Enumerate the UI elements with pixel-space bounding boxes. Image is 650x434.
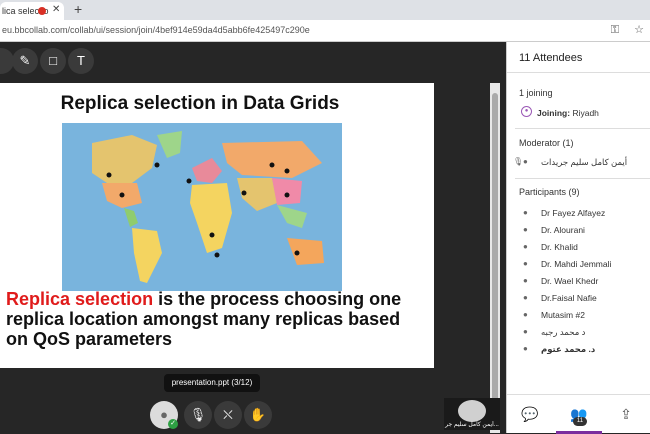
joining-name: Riyadh — [572, 108, 599, 118]
attendee-count-badge: 11 — [573, 417, 587, 426]
pen-tool-button[interactable]: ✎ — [12, 48, 38, 74]
key-icon[interactable]: ⚿ — [611, 24, 619, 36]
map-pin — [294, 250, 300, 256]
divider — [507, 72, 650, 73]
square-icon: □ — [49, 53, 57, 68]
attendees-panel: 11 Attendees 1 joining ● Joining: Riyadh… — [506, 42, 650, 434]
participants-heading: Participants (9) — [519, 187, 580, 197]
joining-row[interactable]: ● Joining: Riyadh — [507, 106, 650, 122]
divider — [515, 128, 650, 129]
map-pin — [214, 252, 220, 258]
map-pin — [284, 168, 290, 174]
map-pin — [186, 178, 192, 184]
self-video-tile[interactable]: أيمن كامل سليم جر... — [444, 398, 500, 430]
moderator-name: أيمن كامل سليم جريدات — [541, 157, 628, 167]
map-pin — [269, 162, 275, 168]
slide-body-text: Replica selection is the process choosin… — [6, 289, 416, 349]
map-pin — [209, 232, 215, 238]
participant-row[interactable]: ● Dr.Faisal Nafie — [507, 291, 650, 307]
self-avatar — [458, 400, 486, 422]
share-content-button[interactable]: ⇪ — [615, 403, 637, 425]
camera-toggle-button[interactable]: ⛌ — [214, 401, 242, 429]
participant-name: Dr Fayez Alfayez — [541, 208, 606, 218]
participant-row[interactable]: ● Dr. Mahdi Jemmali — [507, 257, 650, 273]
participant-name: Dr. Khalid — [541, 242, 578, 252]
user-icon: ● — [523, 242, 528, 251]
map-pin — [284, 192, 290, 198]
browser-tab-bar: lica selectio ✕ + — [0, 0, 650, 20]
map-pin — [106, 172, 112, 178]
browser-tab[interactable]: lica selectio ✕ — [0, 2, 64, 20]
participant-row[interactable]: ● Mutasim #2 — [507, 308, 650, 324]
new-tab-button[interactable]: + — [74, 1, 82, 17]
participant-name: Dr.Faisal Nafie — [541, 293, 597, 303]
user-icon: ● — [523, 259, 528, 268]
participant-row[interactable]: ● د. محمد عتوم — [507, 342, 650, 358]
tab-close-icon[interactable]: ✕ — [52, 4, 60, 15]
participant-row[interactable]: ● Dr. Khalid — [507, 240, 650, 256]
participant-name: Mutasim #2 — [541, 310, 585, 320]
panel-title: 11 Attendees — [519, 52, 583, 64]
text-tool-button[interactable]: T — [68, 48, 94, 74]
address-bar[interactable]: eu.bbcollab.com/collab/ui/session/join/4… — [0, 20, 650, 42]
panel-bottom-nav: 💬 👥 11 ⇪ — [507, 394, 650, 434]
url-text[interactable]: eu.bbcollab.com/collab/ui/session/join/4… — [2, 25, 310, 35]
map-pin — [154, 162, 160, 168]
user-icon: ● — [523, 276, 528, 285]
map-pin — [241, 190, 247, 196]
user-icon: ● — [523, 225, 528, 234]
recording-icon — [38, 7, 46, 15]
chat-icon: 💬 — [521, 406, 539, 422]
bookmark-star-icon[interactable]: ☆ — [634, 24, 644, 36]
user-icon: ● — [523, 310, 528, 319]
map-pin — [119, 192, 125, 198]
participant-row[interactable]: ● Dr Fayez Alfayez — [507, 206, 650, 222]
participant-row[interactable]: ● Dr. Wael Khedr — [507, 274, 650, 290]
highlight-text: Replica selection — [6, 289, 154, 309]
participant-name: Dr. Wael Khedr — [541, 276, 599, 286]
moderator-row[interactable]: 🎙 ● أيمن كامل سليم جريدات — [507, 155, 650, 171]
participant-row[interactable]: ● Dr. Alourani — [507, 223, 650, 239]
user-icon: ● — [521, 106, 532, 117]
scrollbar-thumb[interactable] — [492, 93, 498, 413]
slide: Replica selection in Data Grids Replica … — [0, 83, 434, 368]
camera-off-icon: ⛌ — [223, 407, 233, 422]
slide-title: Replica selection in Data Grids — [60, 93, 340, 114]
microphone-icon: 🎙 — [513, 157, 524, 166]
user-icon: ● — [523, 344, 528, 353]
participant-row[interactable]: ● د محمد رجبه — [507, 325, 650, 341]
status-check-icon: ✓ — [168, 419, 178, 429]
hand-icon: ✋ — [249, 407, 267, 422]
world-map-image — [62, 123, 342, 291]
presentation-stage: ✎ □ T Replica selection in Data Grids Re… — [0, 42, 506, 433]
divider — [515, 178, 650, 179]
share-icon: ⇪ — [620, 406, 632, 422]
joining-label: Joining: — [537, 108, 571, 118]
shape-tool-button[interactable]: □ — [40, 48, 66, 74]
presentation-page-count: (3/12) — [231, 378, 253, 387]
participant-name: Dr. Mahdi Jemmali — [541, 259, 612, 269]
presentation-file-label: presentation.ppt (3/12) — [164, 374, 260, 392]
user-icon: ● — [523, 157, 528, 166]
world-map-svg — [92, 131, 324, 283]
chat-button[interactable]: 💬 — [519, 403, 541, 425]
moderator-heading: Moderator (1) — [519, 138, 574, 148]
presentation-file-name: presentation.ppt — [171, 378, 230, 387]
participant-name: Dr. Alourani — [541, 225, 585, 235]
user-icon: ● — [523, 293, 528, 302]
raise-hand-button[interactable]: ✋ — [244, 401, 272, 429]
self-video-name: أيمن كامل سليم جر... — [445, 422, 499, 428]
participant-name: د. محمد عتوم — [541, 344, 596, 354]
mic-toggle-button[interactable]: 🎙 — [184, 401, 212, 429]
joining-heading: 1 joining — [519, 88, 553, 98]
microphone-icon: 🎙 — [189, 407, 207, 422]
slide-scrollbar[interactable] — [490, 83, 500, 433]
participant-name: د محمد رجبه — [541, 327, 586, 337]
user-icon: ● — [523, 208, 528, 217]
user-icon: ● — [523, 327, 528, 336]
text-icon: T — [77, 53, 85, 68]
pen-icon: ✎ — [19, 53, 31, 68]
